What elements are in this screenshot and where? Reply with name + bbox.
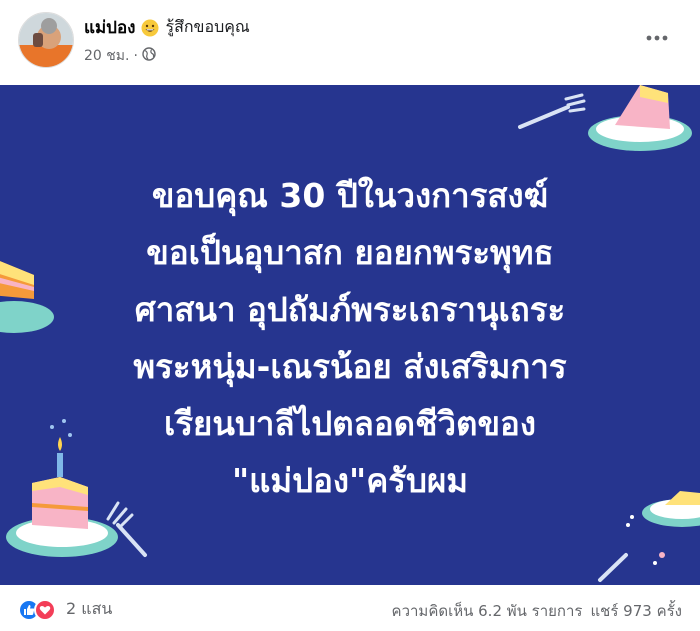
post-text-line: พระหนุ่ม-เณรน้อย ส่งเสริมการ	[133, 347, 567, 386]
post-meta: 20 ชม. ·	[84, 45, 156, 67]
post-text-line: "แม่ปอง"ครับผม	[231, 461, 469, 500]
post-text-line: ศาสนา อุปถัมภ์พระเถรานุเถระ	[134, 290, 566, 329]
post-footer: 2 แสน ความคิดเห็น 6.2 พัน รายการ แชร์ 97…	[0, 585, 700, 631]
meta-separator: ·	[133, 48, 138, 64]
author-name[interactable]: แม่ปอง	[84, 14, 135, 41]
post-time[interactable]: 20 ชม.	[84, 45, 129, 67]
post-text-line: ขอเป็นอุบาสก ยอยกพระพุทธ	[146, 233, 554, 272]
post-image[interactable]: ขอบคุณ 30 ปีในวงการสงฆ์ ขอเป็นอุบาสก ยอย…	[0, 85, 700, 585]
reactions-count: 2 แสน	[66, 599, 113, 618]
post-text-line: ขอบคุณ 30 ปีในวงการสงฆ์	[151, 176, 549, 215]
love-reaction-icon	[34, 598, 56, 621]
feeling-text: รู้สึกขอบคุณ	[165, 17, 250, 36]
avatar[interactable]	[18, 12, 74, 68]
grinning-face-emoji-icon	[141, 19, 159, 37]
post-title-row: แม่ปอง รู้สึกขอบคุณ	[84, 14, 250, 41]
post-header: แม่ปอง รู้สึกขอบคุณ 20 ชม. ·	[0, 0, 700, 85]
post-text-line: เรียนบาลีไปตลอดชีวิตของ	[164, 404, 536, 443]
globe-icon	[142, 47, 156, 65]
post-stats: ความคิดเห็น 6.2 พัน รายการ แชร์ 973 ครั้…	[392, 599, 682, 623]
comments-count[interactable]: ความคิดเห็น 6.2 พัน รายการ	[392, 599, 583, 623]
more-options-icon[interactable]	[644, 28, 670, 48]
post-image-text: ขอบคุณ 30 ปีในวงการสงฆ์ ขอเป็นอุบาสก ยอย…	[0, 167, 700, 509]
reactions-summary[interactable]: 2 แสน	[18, 597, 112, 622]
shares-count[interactable]: แชร์ 973 ครั้ง	[591, 599, 683, 623]
